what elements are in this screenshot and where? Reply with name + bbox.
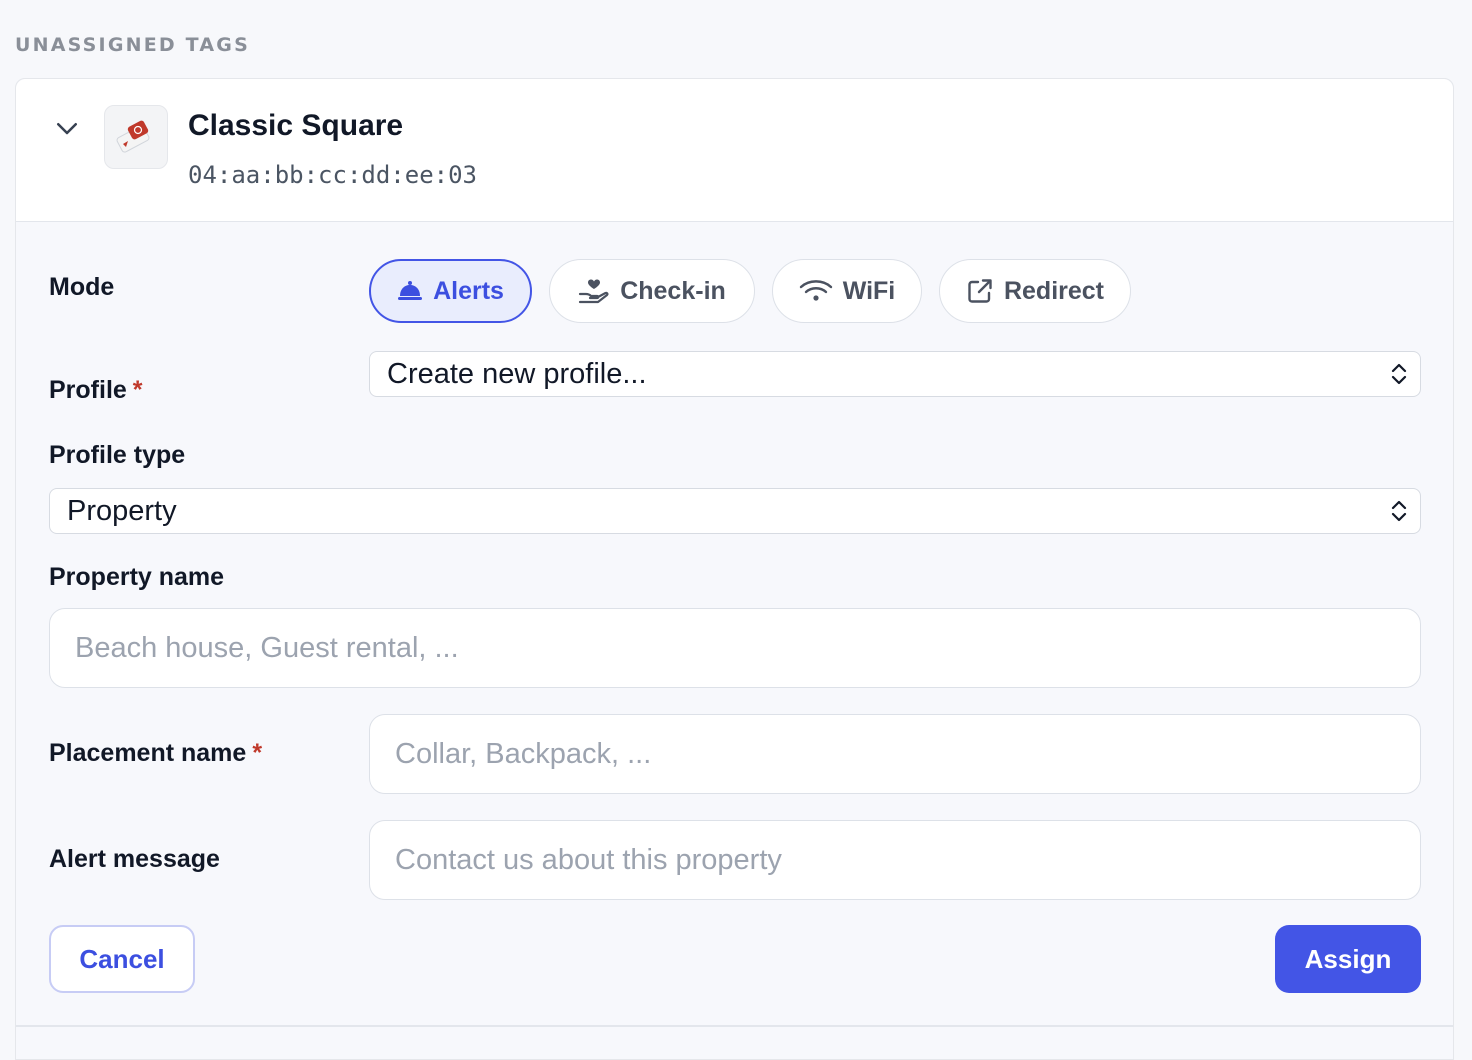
tag-card-header[interactable]: Classic Square 04:aa:bb:cc:dd:ee:03 [16, 79, 1453, 222]
hand-heart-icon [579, 279, 609, 304]
profile-type-select-value: Property [67, 494, 177, 527]
placement-name-label: Placement name * [49, 739, 262, 768]
alert-message-input[interactable] [369, 820, 1421, 900]
chevron-up-down-icon [1391, 500, 1407, 522]
placement-name-label-text: Placement name [49, 739, 247, 767]
mode-alerts-button[interactable]: Alerts [369, 259, 532, 323]
cancel-button[interactable]: Cancel [49, 925, 195, 993]
mode-redirect-label: Redirect [1003, 276, 1105, 305]
profile-label: Profile * [49, 376, 143, 405]
tag-uid: 04:aa:bb:cc:dd:ee:03 [188, 161, 477, 189]
external-link-icon [968, 279, 992, 303]
mode-wifi-button[interactable]: WiFi [772, 259, 922, 323]
property-name-input[interactable] [49, 608, 1421, 688]
mode-label: Mode [49, 273, 115, 301]
mode-alerts-label: Alerts [433, 276, 504, 305]
tag-name: Classic Square [188, 109, 404, 142]
tag-card: Classic Square 04:aa:bb:cc:dd:ee:03 Mode… [15, 78, 1454, 1060]
bell-icon [398, 281, 423, 300]
mode-checkin-label: Check-in [620, 276, 726, 305]
alert-message-label: Alert message [49, 845, 220, 873]
profile-select-value: Create new profile... [387, 357, 647, 390]
divider [16, 1025, 1453, 1027]
chevron-up-down-icon [1391, 363, 1407, 385]
section-title: UNASSIGNED TAGS [15, 34, 250, 56]
profile-label-text: Profile [49, 376, 127, 404]
nfc-tag-icon [116, 120, 150, 153]
property-name-label: Property name [49, 563, 225, 591]
tag-thumbnail [104, 105, 168, 169]
profile-type-select[interactable]: Property [49, 488, 1421, 534]
placement-name-input[interactable] [369, 714, 1421, 794]
mode-checkin-button[interactable]: Check-in [549, 259, 755, 323]
profile-select[interactable]: Create new profile... [369, 351, 1421, 397]
required-mark: * [132, 376, 143, 404]
assign-button[interactable]: Assign [1275, 925, 1421, 993]
chevron-down-icon[interactable] [52, 113, 82, 143]
required-mark: * [252, 739, 263, 767]
wifi-icon [799, 280, 832, 301]
mode-redirect-button[interactable]: Redirect [939, 259, 1131, 323]
profile-type-label: Profile type [49, 441, 186, 469]
mode-wifi-label: WiFi [842, 276, 896, 305]
